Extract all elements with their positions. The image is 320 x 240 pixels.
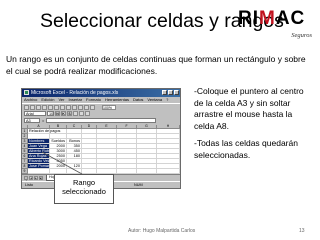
logo-tagline: Seguros: [291, 32, 312, 39]
italic-button[interactable]: K: [61, 111, 66, 116]
underline-button[interactable]: S: [67, 111, 72, 116]
align-right-icon[interactable]: [85, 111, 90, 116]
close-icon[interactable]: [174, 90, 179, 95]
formula-equals-icon: =: [42, 118, 45, 123]
print-icon[interactable]: [42, 104, 47, 110]
name-box[interactable]: A3: [24, 118, 40, 123]
menu-formato[interactable]: Formato: [86, 97, 101, 103]
standard-toolbar: 100%: [22, 103, 180, 110]
footer-author: Autor: Hugo Malpartida Carlos: [128, 228, 196, 234]
formula-input[interactable]: [46, 118, 157, 123]
font-size-select[interactable]: 10: [47, 111, 54, 116]
zoom-select[interactable]: 100%: [102, 104, 116, 110]
menu-herramientas[interactable]: Herramientas: [105, 97, 129, 103]
intro-text: Un rango es un conjunto de celdas contin…: [6, 54, 306, 76]
bold-button[interactable]: N: [55, 111, 60, 116]
excel-title-bar: Microsoft Excel - Relación de pagos.xls: [22, 89, 180, 97]
menu-datos[interactable]: Datos: [133, 97, 143, 103]
excel-app-icon: [24, 90, 29, 95]
menu-archivo[interactable]: Archivo: [24, 97, 37, 103]
save-icon[interactable]: [36, 104, 41, 110]
range-callout: Rango seleccionado: [54, 174, 114, 204]
menu-ayuda[interactable]: ?: [166, 97, 168, 103]
note-step-1: -Coloque el puntero al centro de la celd…: [194, 86, 304, 131]
align-center-icon[interactable]: [79, 111, 84, 116]
open-icon[interactable]: [30, 104, 35, 110]
paste-icon[interactable]: [66, 104, 71, 110]
first-sheet-icon[interactable]: |◂: [24, 176, 28, 183]
copy-icon[interactable]: [60, 104, 65, 110]
maximize-icon[interactable]: [168, 90, 173, 95]
last-sheet-icon[interactable]: ▸|: [39, 176, 43, 180]
format-toolbar: Arial 10 N K S: [22, 110, 180, 117]
cut-icon[interactable]: [54, 104, 59, 110]
prev-sheet-icon[interactable]: ◂: [29, 176, 33, 180]
formula-bar: A3 =: [22, 117, 180, 124]
menu-ver[interactable]: Ver: [58, 97, 64, 103]
next-sheet-icon[interactable]: ▸: [34, 176, 38, 180]
minimize-icon[interactable]: [162, 90, 167, 95]
excel-window-title: Microsoft Excel - Relación de pagos.xls: [31, 90, 119, 96]
page-number: 13: [299, 228, 305, 234]
logo-wordmark: RIMAC: [238, 8, 306, 29]
undo-icon[interactable]: [72, 104, 77, 110]
preview-icon[interactable]: [48, 104, 53, 110]
align-left-icon[interactable]: [73, 111, 78, 116]
status-ready: Listo: [25, 183, 34, 187]
status-num-lock: NUM: [134, 183, 143, 187]
sort-icon[interactable]: [84, 104, 89, 110]
menu-ventana[interactable]: Ventana: [147, 97, 162, 103]
spreadsheet-grid[interactable]: A B C D E F G H 1 Relación de pagos 2 3 Nombres Sueld…: [22, 124, 180, 174]
rimac-logo: RIMAC Seguros: [238, 8, 314, 42]
instruction-notes: -Coloque el puntero al centro de la celd…: [194, 86, 314, 167]
menu-insertar[interactable]: Insertar: [68, 97, 82, 103]
note-step-2: -Todas las celdas quedarán seleccionadas…: [194, 138, 298, 160]
font-name-select[interactable]: Arial: [24, 111, 46, 116]
chart-icon[interactable]: [90, 104, 95, 110]
window-controls: [162, 90, 179, 95]
new-icon[interactable]: [24, 104, 29, 110]
menu-edicion[interactable]: Edición: [41, 97, 54, 103]
sum-icon[interactable]: [78, 104, 83, 110]
